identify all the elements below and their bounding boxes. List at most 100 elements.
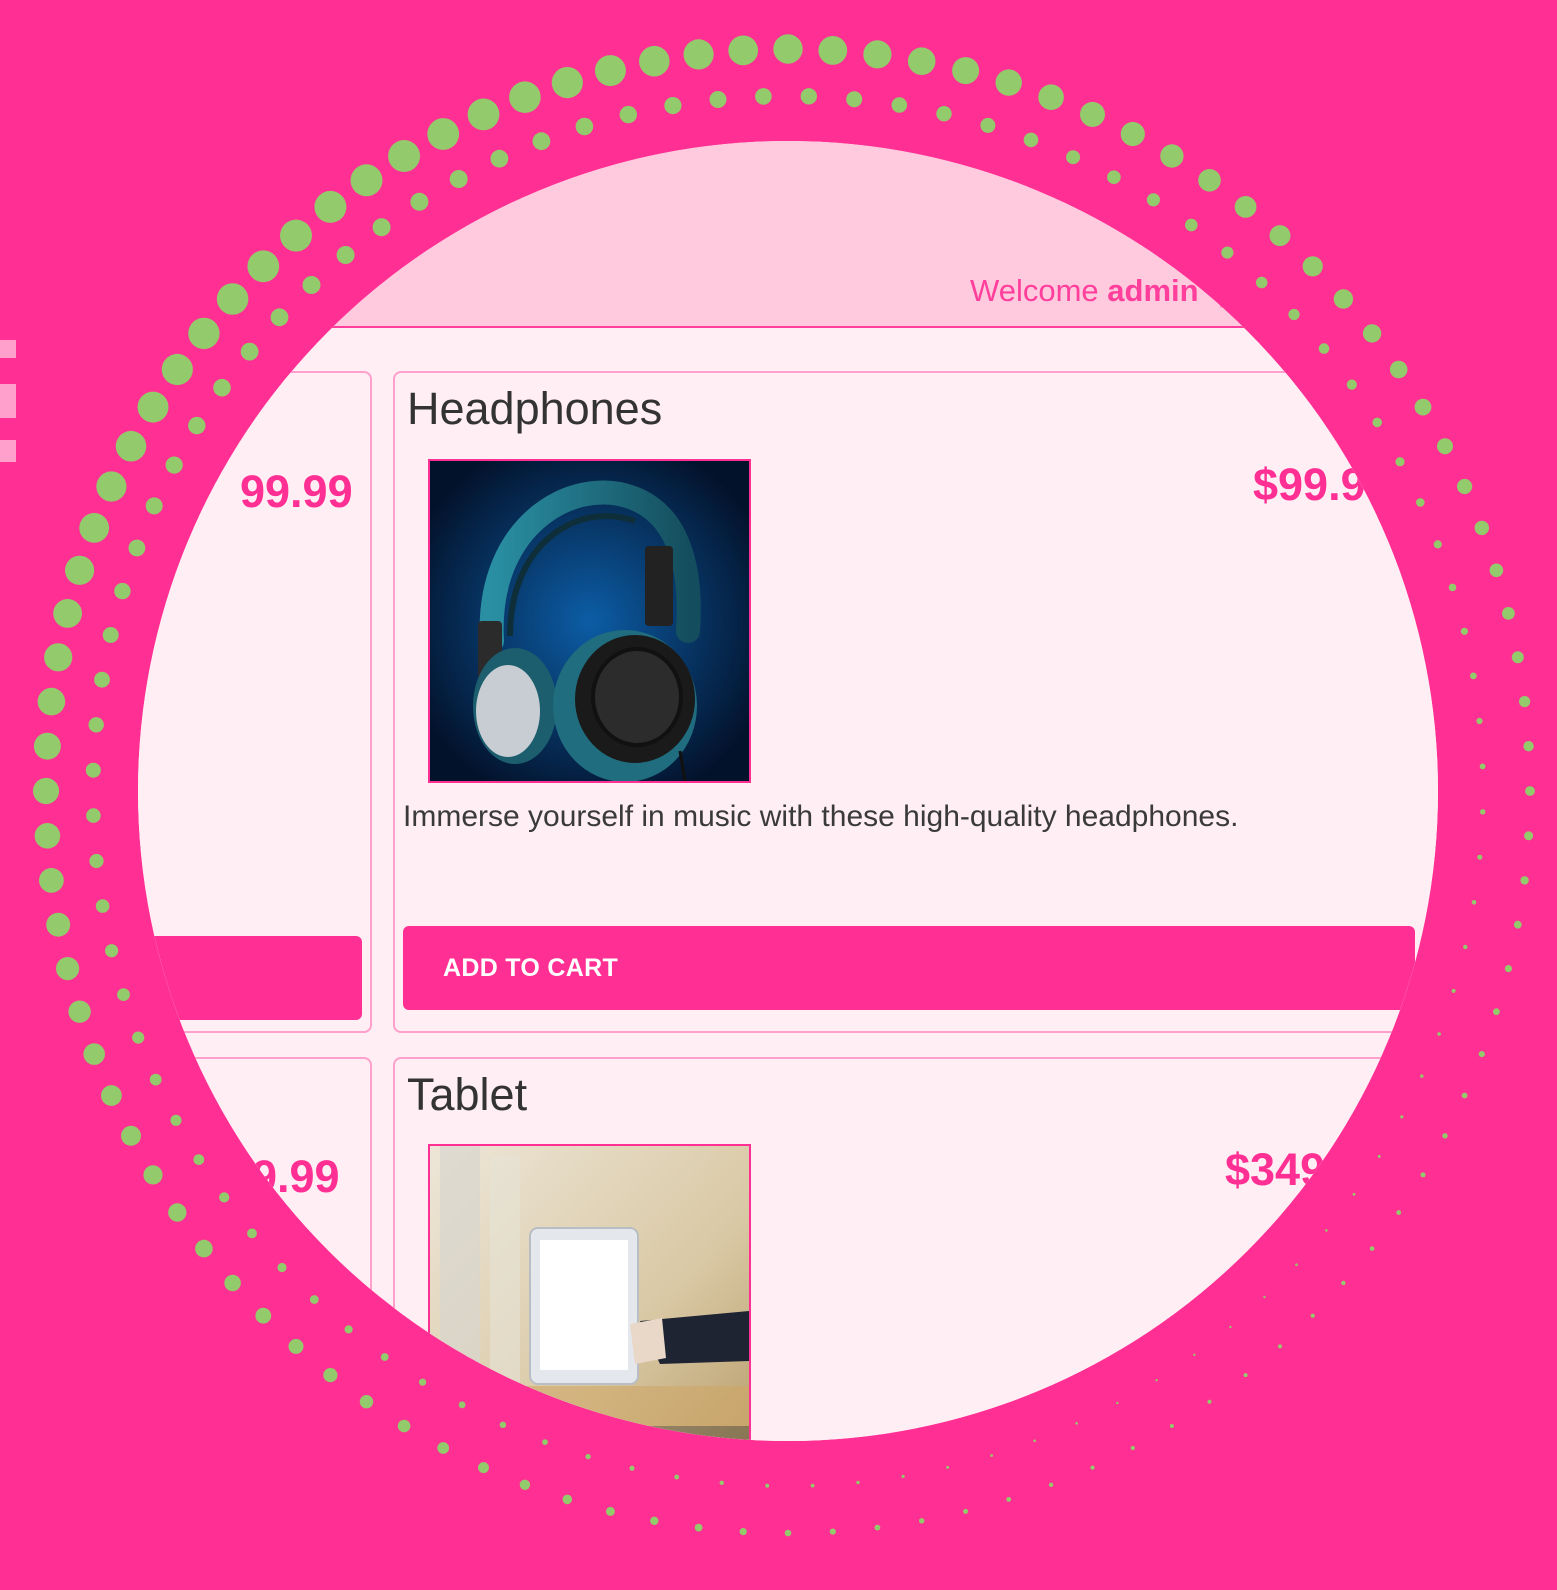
headphones-image[interactable]	[428, 459, 751, 783]
product-price: $349	[1225, 1144, 1326, 1195]
decorative-dot	[1480, 809, 1486, 815]
decorative-dot	[585, 1453, 591, 1460]
decorative-dot	[1478, 1051, 1485, 1058]
decorative-dot	[86, 808, 101, 823]
decorative-dot	[891, 97, 908, 113]
decorative-dot	[773, 34, 803, 64]
decorative-dot	[89, 853, 104, 869]
decorative-dot	[1038, 84, 1064, 110]
add-to-cart-button[interactable]: ADD TO CART	[403, 926, 1415, 1010]
decorative-dot	[1451, 988, 1456, 993]
decorative-dot	[952, 57, 980, 85]
decorative-dot	[874, 1524, 881, 1531]
decorative-dot	[639, 45, 670, 77]
decorative-dot	[694, 1523, 703, 1532]
decorative-dot	[519, 1479, 531, 1491]
decorative-dot	[907, 47, 936, 75]
decorative-dot	[37, 687, 66, 716]
header-bar: Welcome admin |	[138, 141, 1438, 328]
decorative-dot	[1511, 651, 1524, 664]
decorative-dot	[94, 671, 110, 688]
product-card: 9.99	[138, 1057, 372, 1441]
decorative-dot	[901, 1474, 905, 1478]
decorative-dot	[88, 717, 104, 733]
header-separator: |	[1217, 273, 1226, 308]
decorative-dot	[53, 599, 82, 628]
decorative-dot	[765, 1483, 770, 1488]
decorative-dot	[1457, 478, 1473, 495]
product-title: Tablet	[407, 1069, 528, 1120]
decorative-dot	[575, 117, 594, 136]
decorative-dot	[709, 91, 727, 108]
decorative-dot	[117, 988, 130, 1001]
decorative-dot	[619, 105, 637, 124]
decorative-dot	[936, 106, 952, 122]
decorative-dot	[32, 777, 60, 805]
decorative-dot	[1489, 563, 1504, 578]
decorative-dot	[114, 582, 131, 600]
decorative-dot	[44, 643, 73, 672]
decorative-dot	[562, 1494, 573, 1505]
decorative-dot	[1460, 627, 1468, 635]
decorative-dot	[1470, 672, 1477, 680]
decorative-dot	[1090, 1465, 1095, 1470]
decorative-dot	[594, 55, 626, 87]
decorative-dot	[1476, 717, 1483, 725]
decorative-dot	[946, 1465, 950, 1469]
product-card: 99.99	[138, 371, 372, 1033]
decorative-dot	[1524, 831, 1534, 841]
decorative-dot	[467, 98, 500, 131]
decorative-dot	[963, 1508, 969, 1514]
decorative-dot	[551, 67, 583, 99]
product-description: Immerse yourself in music with these hig…	[403, 800, 1239, 833]
decorative-dot	[96, 471, 127, 502]
decorative-dot	[46, 912, 71, 937]
decorative-dot	[728, 35, 759, 66]
decorative-dot	[1525, 786, 1535, 796]
username[interactable]: admin	[1107, 273, 1198, 308]
decorative-dot	[995, 69, 1022, 96]
add-to-cart-button[interactable]	[138, 936, 362, 1020]
product-card-headphones: Headphones $99.9 Immerse yourself in mus…	[393, 371, 1438, 1033]
decorative-dot	[829, 1528, 836, 1535]
decorative-dot	[1502, 607, 1515, 620]
decorative-dot	[39, 868, 64, 893]
decorative-dot	[1504, 965, 1512, 973]
decorative-dot	[34, 823, 61, 849]
decorative-dot	[755, 88, 772, 105]
decorative-dot	[650, 1516, 659, 1526]
decorative-dot	[478, 1462, 489, 1474]
product-price: 99.99	[240, 466, 353, 517]
decorative-dot	[1477, 854, 1483, 860]
decorative-dot	[856, 1480, 860, 1485]
decorative-dot	[1519, 696, 1531, 708]
decorative-dot	[629, 1465, 635, 1471]
decorative-dot	[919, 1518, 925, 1524]
decorative-dot	[1130, 1445, 1135, 1451]
decorative-dot	[1471, 900, 1477, 905]
decorative-dot	[1461, 1092, 1468, 1099]
decorative-dot	[683, 39, 714, 70]
decorative-dot	[56, 957, 80, 981]
store-page: Welcome admin | 99.99 Headphones $99.9 I…	[138, 141, 1438, 1441]
decorative-dot	[105, 944, 119, 958]
decorative-dot	[83, 1043, 105, 1065]
decorative-dot	[1080, 101, 1105, 127]
decorative-dot	[810, 1483, 815, 1488]
decorative-dot	[1520, 876, 1529, 885]
decorative-dot	[95, 899, 110, 913]
decorative-dot	[79, 513, 110, 543]
decorative-dot	[1448, 583, 1457, 592]
decorative-dot	[664, 97, 682, 115]
decorative-dot	[65, 555, 95, 585]
decorative-dot	[1437, 438, 1453, 455]
decorative-dot	[437, 1442, 450, 1454]
decorative-dot	[719, 1480, 724, 1486]
decorative-dot	[1463, 944, 1468, 950]
tablet-image[interactable]	[428, 1144, 751, 1441]
welcome-message: Welcome admin |	[970, 273, 1225, 309]
decorative-dot	[68, 1000, 91, 1023]
decorative-dot	[739, 1528, 747, 1536]
decorative-dot	[1493, 1008, 1500, 1016]
decorative-dot	[784, 1529, 792, 1537]
